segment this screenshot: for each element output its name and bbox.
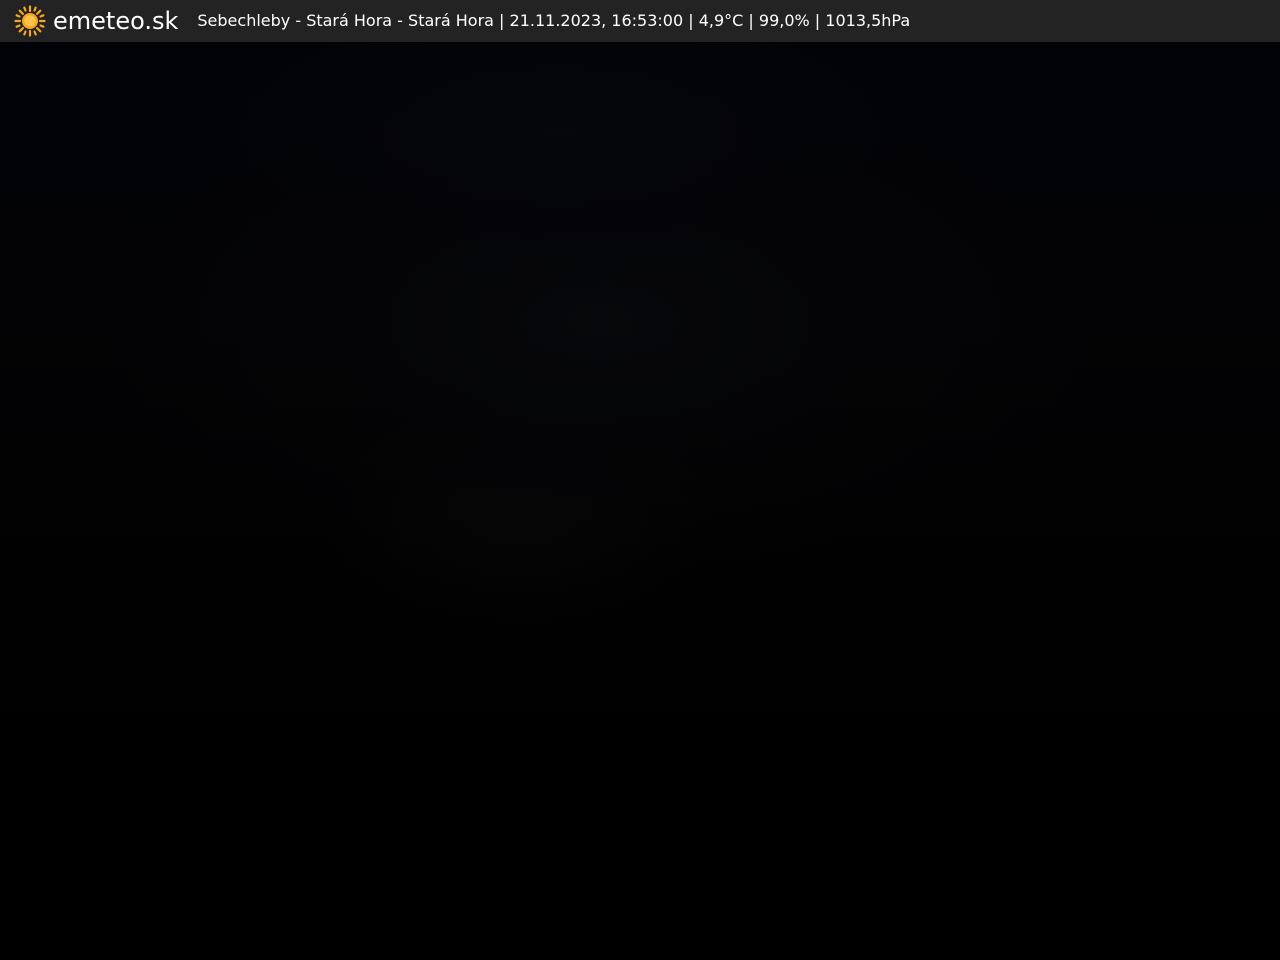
webcam-image bbox=[0, 42, 1280, 960]
webcam-caption: Sebechleby - Stará Hora - Stará Hora | 2… bbox=[197, 11, 911, 30]
sun-icon bbox=[14, 5, 46, 37]
header-bar: emeteo.sk Sebechleby - Stará Hora - Star… bbox=[0, 0, 1280, 42]
brand-logo-text[interactable]: emeteo.sk bbox=[53, 0, 178, 42]
webcam-page: emeteo.sk Sebechleby - Stará Hora - Star… bbox=[0, 0, 1280, 960]
